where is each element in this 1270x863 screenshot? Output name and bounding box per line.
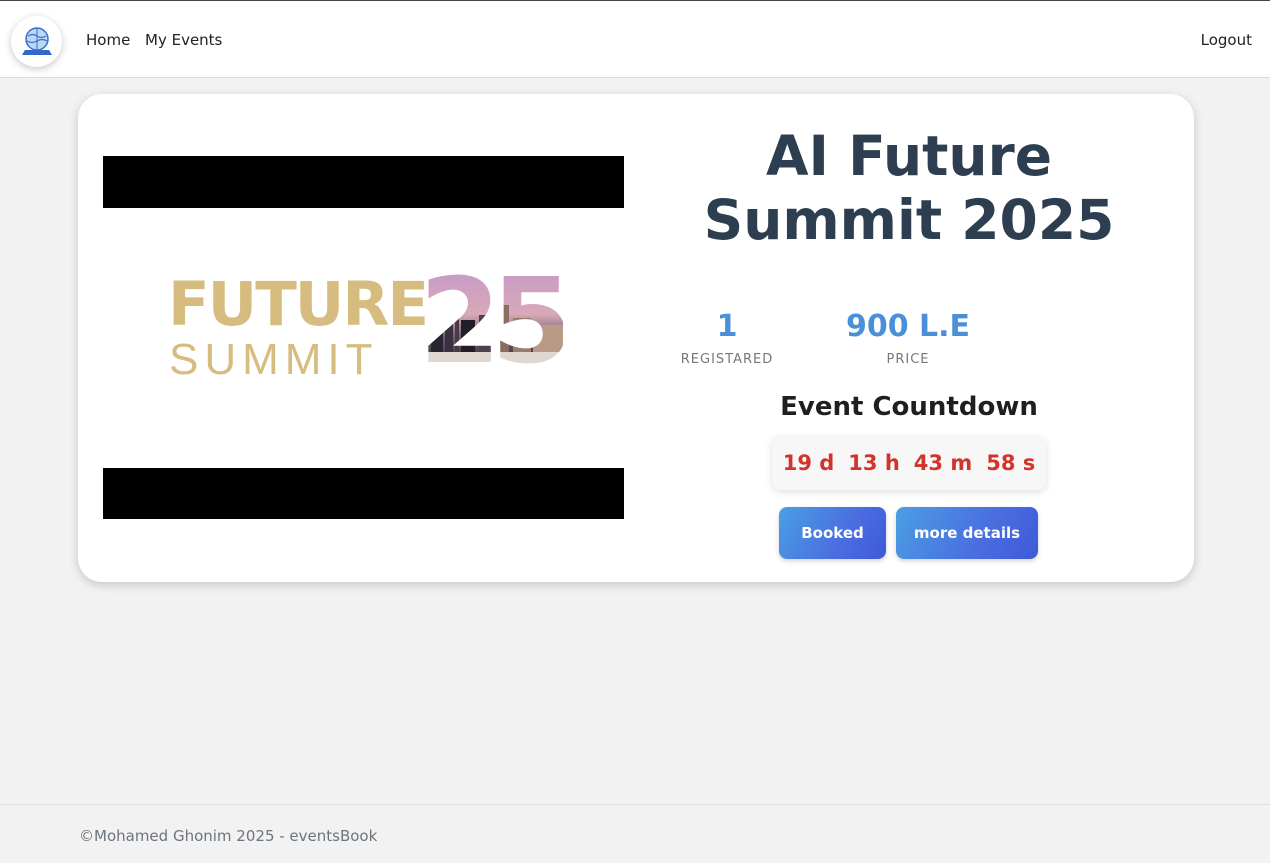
nav-link-my-events[interactable]: My Events xyxy=(145,31,222,49)
banner-bottom-bar xyxy=(103,468,624,519)
logout-link[interactable]: Logout xyxy=(1201,31,1252,49)
countdown-days: 19 d xyxy=(782,451,835,475)
banner-word-future: FUTURE xyxy=(168,269,429,340)
countdown-hours: 13 h xyxy=(848,451,900,475)
countdown-timer: 19 d 13 h 43 m 58 s xyxy=(772,436,1046,490)
countdown-title: Event Countdown xyxy=(780,392,1038,422)
booked-button[interactable]: Booked xyxy=(779,507,886,559)
footer-copyright: ©Mohamed Ghonim 2025 - eventsBook xyxy=(79,827,378,845)
banner-number-25-graphic: 25 xyxy=(421,270,563,368)
banner-top-bar xyxy=(103,156,624,208)
banner-word-summit: SUMMIT xyxy=(169,335,379,384)
event-title: AI Future Summit 2025 xyxy=(703,124,1115,252)
price-value: 900 L.E xyxy=(845,309,971,344)
price-stat: 900 L.E PRICE xyxy=(838,308,978,367)
top-navbar: Home My Events Logout xyxy=(0,0,1270,78)
brand-logo-icon[interactable] xyxy=(11,16,62,67)
nav-link-home[interactable]: Home xyxy=(86,31,130,49)
event-banner-image: FUTURE SUMMIT 25 xyxy=(103,208,624,468)
registered-label: REGISTARED xyxy=(680,352,774,367)
registered-count: 1 xyxy=(716,309,738,344)
registered-stat: 1 REGISTARED xyxy=(672,308,782,367)
countdown-seconds: 58 s xyxy=(986,451,1036,475)
countdown-minutes: 43 m xyxy=(913,451,973,475)
price-label: PRICE xyxy=(886,352,930,367)
page-footer: ©Mohamed Ghonim 2025 - eventsBook xyxy=(0,804,1270,863)
event-card: FUTURE SUMMIT 25 xyxy=(78,94,1194,582)
more-details-button[interactable]: more details xyxy=(896,507,1038,559)
